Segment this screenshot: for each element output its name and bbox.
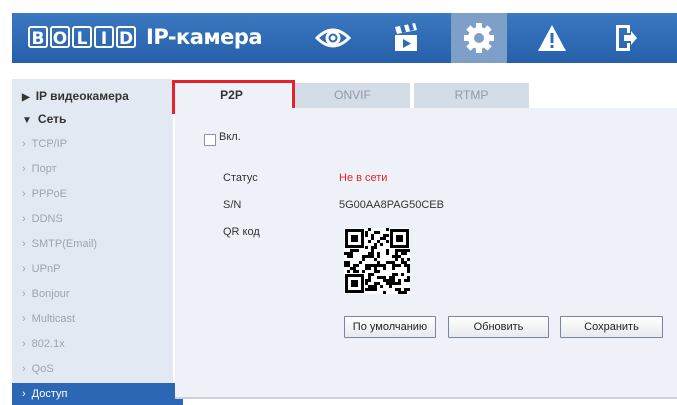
qr-code-image	[344, 228, 410, 294]
settings-gear-icon[interactable]	[451, 13, 507, 63]
sidebar-item-8021x[interactable]: › 802.1x	[12, 333, 183, 355]
chevron-right-icon: ›	[22, 188, 26, 200]
sidebar-item-qos[interactable]: › QoS	[12, 358, 183, 380]
sidebar-item-access[interactable]: › Доступ	[12, 383, 183, 405]
tab-onvif[interactable]: ONVIF	[295, 83, 410, 108]
brand-logo: B O L I D IP-камера	[28, 25, 263, 49]
sidebar-item-smtp[interactable]: › SMTP(Email)	[12, 233, 183, 255]
sidebar: ▶ IP видеокамера ▼ Сеть › TCP/IP › Порт › PPP…	[12, 79, 183, 405]
refresh-button[interactable]: Обновить	[448, 316, 549, 338]
sidebar-item-ddns[interactable]: › DDNS	[12, 208, 183, 230]
status-label: Статус	[223, 172, 258, 184]
playback-clapper-icon[interactable]	[378, 13, 434, 63]
default-button[interactable]: По умолчанию	[344, 316, 436, 338]
chevron-right-icon: ›	[22, 263, 26, 275]
sidebar-group-ip-camera[interactable]: ▶ IP видеокамера	[12, 85, 183, 107]
sn-value: 5G00AA8PAG50CEB	[339, 199, 444, 211]
logout-icon[interactable]	[597, 13, 653, 63]
sidebar-item-pppoe[interactable]: › PPPoE	[12, 183, 183, 205]
p2p-panel	[175, 108, 677, 399]
chevron-right-icon: ›	[22, 388, 26, 400]
chevron-right-icon: ›	[22, 163, 26, 175]
chevron-right-icon: ›	[22, 213, 26, 225]
top-header: B O L I D IP-камера	[12, 13, 677, 63]
caret-down-icon: ▼	[22, 115, 32, 126]
chevron-right-icon: ›	[22, 338, 26, 350]
save-button[interactable]: Сохранить	[560, 316, 663, 338]
sidebar-group-network[interactable]: ▼ Сеть	[12, 108, 183, 130]
chevron-right-icon: ›	[22, 138, 26, 150]
app-title: IP-камера	[146, 25, 263, 49]
sidebar-item-port[interactable]: › Порт	[12, 158, 183, 180]
sidebar-item-multicast[interactable]: › Multicast	[12, 308, 183, 330]
caret-right-icon: ▶	[22, 92, 30, 103]
chevron-right-icon: ›	[22, 363, 26, 375]
sn-label: S/N	[223, 199, 242, 211]
enable-label: Вкл.	[219, 131, 241, 143]
status-value: Не в сети	[339, 172, 388, 184]
live-view-eye-icon[interactable]	[305, 13, 361, 63]
tab-rtmp[interactable]: RTMP	[414, 83, 529, 108]
bolid-logo: B O L I D	[28, 26, 136, 49]
chevron-right-icon: ›	[22, 238, 26, 250]
chevron-right-icon: ›	[22, 313, 26, 325]
alarm-warning-icon[interactable]	[524, 13, 580, 63]
sidebar-item-tcpip[interactable]: › TCP/IP	[12, 133, 183, 155]
qr-label: QR код	[223, 226, 260, 238]
chevron-right-icon: ›	[22, 288, 26, 300]
enable-checkbox[interactable]	[204, 134, 216, 146]
sidebar-item-bonjour[interactable]: › Bonjour	[12, 283, 183, 305]
sidebar-item-upnp[interactable]: › UPnP	[12, 258, 183, 280]
